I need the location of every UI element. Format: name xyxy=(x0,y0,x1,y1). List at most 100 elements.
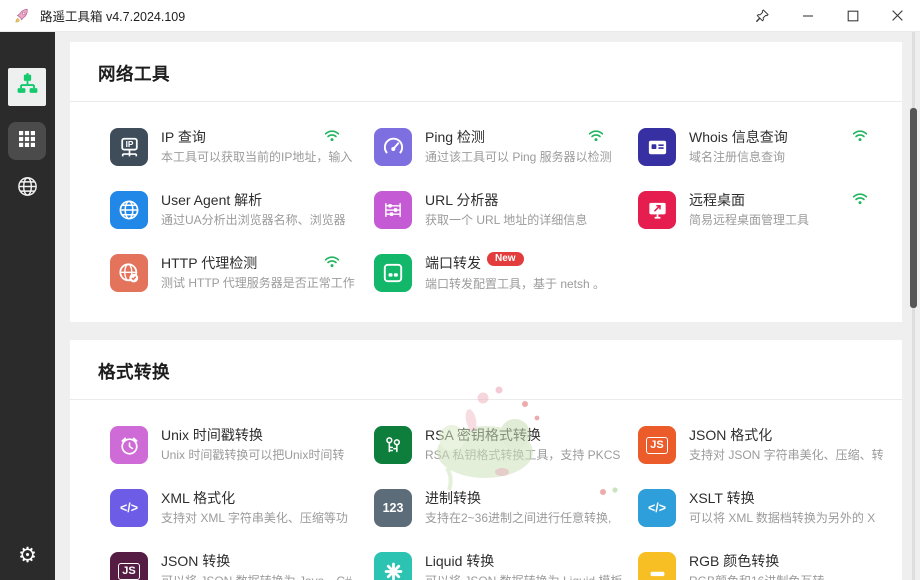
tool-name: User Agent 解析 xyxy=(161,192,262,208)
sidebar: ⚙ xyxy=(0,32,55,580)
tool-json-convert[interactable]: JS JSON 转换 可以将 JSON 数据转换为 Java、C# xyxy=(110,552,360,580)
asterisk-icon xyxy=(374,552,412,580)
tool-http-proxy[interactable]: HTTP 代理检测 测试 HTTP 代理服务器是否正常工作 xyxy=(110,254,360,293)
scrollbar xyxy=(910,32,917,580)
tool-rsa-key[interactable]: RSA 密钥格式转换 RSA 私钥格式转换工具，支持 PKCS xyxy=(374,426,624,465)
main-content: 网络工具 IP IP 查询 本工具可以获取当前的IP地址，输入 Ping 检测 … xyxy=(55,32,920,580)
minimize-button[interactable] xyxy=(785,0,830,32)
tool-port-forward[interactable]: 端口转发New 端口转发配置工具，基于 netsh 。 xyxy=(374,254,624,293)
tool-description: 支持在2~36进制之间进行任意转换, xyxy=(425,511,624,526)
window-controls xyxy=(740,0,920,32)
wifi-online-icon xyxy=(324,129,340,142)
globe-check-icon xyxy=(110,254,148,292)
tool-description: 可以将 JSON 数据转换为 Java、C# xyxy=(161,574,360,580)
tool-ip-lookup[interactable]: IP IP 查询 本工具可以获取当前的IP地址，输入 xyxy=(110,128,360,167)
tool-rgb-convert[interactable]: RGB 颜色转换 RGB颜色和16进制色互转 xyxy=(638,552,888,580)
tool-name: Ping 检测 xyxy=(425,129,485,145)
close-button[interactable] xyxy=(875,0,920,32)
glyph-icon: JS xyxy=(110,552,148,580)
sitemap-icon xyxy=(15,72,40,102)
tool-whois-lookup[interactable]: Whois 信息查询 域名注册信息查询 xyxy=(638,128,888,167)
tool-name: 进制转换 xyxy=(425,490,481,506)
tool-description: 测试 HTTP 代理服务器是否正常工作 xyxy=(161,276,360,291)
wifi-online-icon xyxy=(324,255,340,268)
monitor-icon xyxy=(638,191,676,229)
tool-name: 远程桌面 xyxy=(689,192,745,208)
tool-name: XML 格式化 xyxy=(161,490,235,506)
tool-name: Whois 信息查询 xyxy=(689,129,788,145)
section-card-0: 网络工具 IP IP 查询 本工具可以获取当前的IP地址，输入 Ping 检测 … xyxy=(70,42,902,322)
tool-description: 通过UA分析出浏览器名称、浏览器 xyxy=(161,213,360,228)
tool-name: Liquid 转换 xyxy=(425,553,494,569)
wifi-online-icon xyxy=(852,192,868,205)
svg-text:IP: IP xyxy=(125,138,133,148)
window-title: 路遥工具箱 v4.7.2024.109 xyxy=(40,6,185,25)
app-logo-rocket-icon xyxy=(13,7,31,25)
scrollbar-thumb[interactable] xyxy=(910,108,917,308)
tool-description: RSA 私钥格式转换工具，支持 PKCS xyxy=(425,448,624,463)
tool-ping-check[interactable]: Ping 检测 通过该工具可以 Ping 服务器以检测 xyxy=(374,128,624,167)
glyph-text: </> xyxy=(120,501,138,515)
gauge-icon xyxy=(374,128,412,166)
tool-unix-timestamp[interactable]: Unix 时间戳转换 Unix 时间戳转换可以把Unix时间转 xyxy=(110,426,360,465)
globe-icon xyxy=(110,191,148,229)
glyph-icon: 123 xyxy=(374,489,412,527)
dash-icon xyxy=(638,552,676,580)
glyph-icon: JS xyxy=(638,426,676,464)
tool-description: 简易远程桌面管理工具 xyxy=(689,213,888,228)
section-card-1: 格式转换 Unix 时间戳转换 Unix 时间戳转换可以把Unix时间转 RSA… xyxy=(70,340,902,580)
tool-url-analyzer[interactable]: URL 分析器 获取一个 URL 地址的详细信息 xyxy=(374,191,624,230)
glyph-icon: </> xyxy=(110,489,148,527)
tool-name: Unix 时间戳转换 xyxy=(161,427,263,443)
grid-icon xyxy=(17,129,37,154)
keys-icon xyxy=(374,426,412,464)
tool-name: HTTP 代理检测 xyxy=(161,255,257,271)
tool-liquid-convert[interactable]: Liquid 转换 可以将 JSON 数据转换为 Liquid 模板 xyxy=(374,552,624,580)
glyph-icon: </> xyxy=(638,489,676,527)
tools-grid: IP IP 查询 本工具可以获取当前的IP地址，输入 Ping 检测 通过该工具… xyxy=(70,102,902,293)
settings-gear-icon[interactable]: ⚙ xyxy=(0,544,55,568)
tool-name: IP 查询 xyxy=(161,129,206,145)
tool-name: RGB 颜色转换 xyxy=(689,553,779,569)
tool-base-convert[interactable]: 123 进制转换 支持在2~36进制之间进行任意转换, xyxy=(374,489,624,528)
tool-description: 本工具可以获取当前的IP地址，输入 xyxy=(161,150,360,165)
titlebar: 路遥工具箱 v4.7.2024.109 xyxy=(0,0,920,32)
globe-icon xyxy=(16,175,39,203)
glyph-text: 123 xyxy=(383,501,404,515)
glyph-text: </> xyxy=(648,501,666,515)
tool-name: URL 分析器 xyxy=(425,192,498,208)
tool-description: 获取一个 URL 地址的详细信息 xyxy=(425,213,624,228)
tools-grid: Unix 时间戳转换 Unix 时间戳转换可以把Unix时间转 RSA 密钥格式… xyxy=(70,400,902,580)
clock-icon xyxy=(110,426,148,464)
tool-name: RSA 密钥格式转换 xyxy=(425,427,541,443)
tool-xslt-convert[interactable]: </> XSLT 转换 可以将 XML 数据档转换为另外的 X xyxy=(638,489,888,528)
abacus-icon xyxy=(374,191,412,229)
tool-remote-desktop[interactable]: 远程桌面 简易远程桌面管理工具 xyxy=(638,191,888,230)
section-title: 格式转换 xyxy=(70,340,902,384)
tool-name: JSON 转换 xyxy=(161,553,230,569)
tool-description: Unix 时间戳转换可以把Unix时间转 xyxy=(161,448,360,463)
tool-description: RGB颜色和16进制色互转 xyxy=(689,574,888,580)
sidebar-item-apps[interactable] xyxy=(8,122,46,160)
glyph-text: JS xyxy=(646,437,667,454)
sidebar-item-web[interactable] xyxy=(8,170,46,208)
tool-description: 可以将 JSON 数据转换为 Liquid 模板 xyxy=(425,574,624,580)
ip-icon: IP xyxy=(110,128,148,166)
tool-description: 域名注册信息查询 xyxy=(689,150,888,165)
layout-icon xyxy=(374,254,412,292)
new-badge: New xyxy=(487,252,524,266)
tool-json-format[interactable]: JS JSON 格式化 支持对 JSON 字符串美化、压缩、转 xyxy=(638,426,888,465)
maximize-button[interactable] xyxy=(830,0,875,32)
sidebar-item-tools[interactable] xyxy=(8,68,46,106)
tool-description: 支持对 JSON 字符串美化、压缩、转 xyxy=(689,448,888,463)
tool-description: 端口转发配置工具，基于 netsh 。 xyxy=(425,277,624,292)
wifi-online-icon xyxy=(588,129,604,142)
tool-xml-format[interactable]: </> XML 格式化 支持对 XML 字符串美化、压缩等功 xyxy=(110,489,360,528)
tool-description: 可以将 XML 数据档转换为另外的 X xyxy=(689,511,888,526)
tool-description: 支持对 XML 字符串美化、压缩等功 xyxy=(161,511,360,526)
tool-name: XSLT 转换 xyxy=(689,490,755,506)
idcard-icon xyxy=(638,128,676,166)
pin-button[interactable] xyxy=(740,0,785,32)
tool-user-agent[interactable]: User Agent 解析 通过UA分析出浏览器名称、浏览器 xyxy=(110,191,360,230)
glyph-text: JS xyxy=(118,563,139,580)
